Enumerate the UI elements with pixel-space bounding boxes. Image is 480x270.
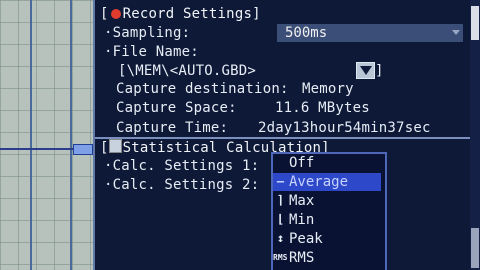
rms-icon: RMS [273, 253, 288, 262]
triangle-down-icon [360, 66, 372, 75]
file-name-dropdown-button[interactable] [356, 62, 375, 79]
average-icon: — [276, 174, 285, 188]
capture-space-value: 11.6 MBytes [275, 100, 370, 116]
option-peak[interactable]: ↕ Peak [273, 230, 381, 248]
option-label: Average [289, 174, 349, 190]
chevron-down-icon [452, 30, 460, 35]
option-label: RMS [289, 250, 315, 266]
waveform-area [0, 0, 93, 270]
trace-cursor-marker[interactable] [73, 144, 93, 155]
capture-destination-value: Memory [302, 81, 354, 97]
capture-time-value: 2day13hour54min37sec [258, 120, 431, 136]
option-label: Off [289, 155, 315, 171]
calculator-icon [108, 139, 122, 153]
option-label: Peak [289, 231, 323, 247]
scrollbar-lower-thumb [471, 228, 479, 268]
waveform-grid [0, 0, 93, 270]
option-off[interactable]: Off [273, 154, 381, 172]
file-path-bracket: ] [375, 63, 384, 79]
capture-space-label: Capture Space: [116, 100, 237, 116]
waveform-division [70, 0, 72, 270]
file-name-label: ·File Name: [104, 44, 199, 60]
max-icon: ⌉ [276, 193, 285, 207]
option-min[interactable]: ⌊ Min [273, 211, 381, 229]
option-label: Max [289, 193, 315, 209]
option-label: Min [289, 212, 315, 228]
sampling-value: 500ms [285, 25, 328, 41]
capture-destination-label: Capture destination: [116, 81, 289, 97]
calc-options-popup: Off — Average ⌉ Max ⌊ Min ↕ Peak RMS RMS [271, 152, 387, 270]
record-dot-icon [110, 9, 121, 19]
scrollbar[interactable] [470, 0, 480, 270]
peak-icon: ↕ [276, 231, 285, 245]
waveform-division [30, 0, 32, 270]
scrollbar-thumb[interactable] [471, 6, 479, 40]
option-max[interactable]: ⌉ Max [273, 192, 381, 210]
option-rms[interactable]: RMS RMS [273, 249, 381, 267]
sampling-select[interactable]: 500ms [277, 24, 463, 42]
calc-settings-2-label: ·Calc. Settings 2: [104, 177, 260, 193]
option-average[interactable]: — Average [273, 173, 381, 191]
capture-time-label: Capture Time: [116, 120, 229, 136]
calc-settings-1-label: ·Calc. Settings 1: [104, 158, 260, 174]
logger-screen: [Record Settings] ·Sampling: 500ms ·File… [0, 0, 480, 270]
file-path-value: [\MEM\<AUTO.GBD> [118, 63, 257, 79]
min-icon: ⌊ [276, 212, 285, 226]
record-settings-header: [Record Settings] [100, 6, 261, 22]
sampling-label: ·Sampling: [104, 25, 191, 41]
